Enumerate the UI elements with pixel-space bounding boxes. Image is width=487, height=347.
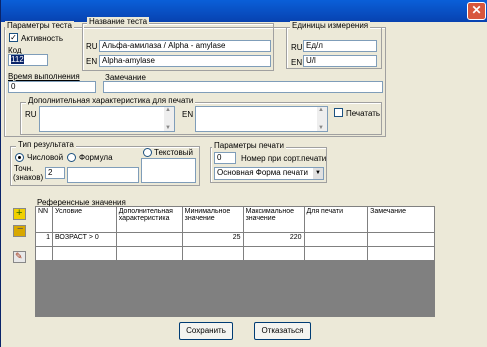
name-en-label: EN — [86, 57, 98, 66]
cancel-button[interactable]: Отказаться — [254, 322, 311, 340]
test-params-legend: Параметры теста — [5, 21, 74, 30]
reference-grid: NN Условие Дополнительная характеристика Ми… — [35, 206, 435, 317]
code-input[interactable]: 112 — [8, 54, 48, 66]
print-en-textarea[interactable]: ▲ ▼ — [195, 106, 328, 132]
print-char-legend: Дополнительная характеристика для печати — [26, 96, 196, 105]
print-ru-label: RU — [25, 110, 37, 119]
name-ru-label: RU — [86, 42, 98, 51]
name-ru-input[interactable]: Альфа-амилаза / Alpha - amylase — [99, 40, 271, 52]
column-header[interactable]: Максимальное значение — [242, 206, 305, 233]
units-en-label: EN — [291, 58, 303, 67]
print-form-select[interactable]: Основная Форма печати ▼ — [214, 167, 324, 180]
column-header[interactable]: Минимальное значение — [181, 206, 244, 233]
table-cell[interactable] — [115, 232, 183, 247]
test-name-legend: Название теста — [87, 17, 150, 26]
formula-radio[interactable] — [67, 153, 76, 162]
table-row[interactable]: 1 ВОЗРАСТ > 0 25 220 — [35, 232, 435, 247]
time-input[interactable]: 0 — [8, 81, 96, 93]
column-header[interactable]: Замечание — [367, 206, 435, 233]
table-cell[interactable]: 220 — [242, 232, 305, 247]
active-label: Активность — [21, 34, 64, 43]
remove-row-button[interactable]: − — [13, 223, 26, 237]
table-cell[interactable] — [303, 246, 369, 261]
minus-icon: − — [17, 223, 24, 235]
table-cell[interactable] — [303, 232, 369, 247]
text-radio[interactable] — [143, 148, 152, 157]
time-label: Время выполнения — [8, 72, 80, 81]
table-cell[interactable] — [35, 246, 53, 261]
table-cell[interactable]: 1 — [35, 232, 53, 247]
print-checkbox-label: Печатать — [346, 109, 381, 118]
units-ru-label: RU — [291, 43, 303, 52]
table-cell[interactable] — [242, 246, 305, 261]
table-cell[interactable]: 25 — [181, 232, 244, 247]
title-bar: ✕ — [1, 0, 487, 22]
table-cell[interactable] — [181, 246, 244, 261]
close-button[interactable]: ✕ — [467, 2, 486, 20]
table-cell[interactable] — [367, 232, 435, 247]
name-en-input[interactable]: Alpha-amylase — [99, 55, 271, 67]
column-header[interactable]: Для печати — [303, 206, 369, 233]
precision-sublabel: (знаков) — [13, 173, 44, 182]
precision-input[interactable]: 2 — [45, 167, 65, 179]
sort-number-label: Номер при сорт.печати — [241, 154, 327, 163]
table-row[interactable] — [35, 246, 435, 261]
precision-label: Точн. — [14, 164, 34, 173]
table-cell[interactable] — [367, 246, 435, 261]
print-en-label: EN — [182, 110, 194, 119]
close-icon: ✕ — [471, 3, 482, 17]
print-ru-textarea[interactable]: ▲ ▼ — [39, 106, 175, 132]
chevron-down-icon: ▼ — [313, 168, 323, 179]
numeric-radio[interactable] — [15, 153, 24, 162]
plus-icon: + — [16, 207, 23, 219]
table-cell[interactable] — [115, 246, 183, 261]
text-label: Текстовый — [154, 148, 193, 157]
numeric-label: Числовой — [27, 153, 64, 162]
column-header[interactable]: NN — [35, 206, 53, 233]
table-cell[interactable]: ВОЗРАСТ > 0 — [51, 232, 117, 247]
column-header[interactable]: Условие — [51, 206, 117, 233]
active-checkbox[interactable]: ✓ — [9, 33, 18, 42]
text-values-input[interactable] — [141, 158, 196, 183]
dialog-window: ✕ Параметры теста ✓ Активность Код 112 Н… — [0, 0, 487, 347]
formula-label: Формула — [79, 153, 113, 162]
units-legend: Единицы измерения — [290, 21, 371, 30]
save-button[interactable]: Сохранить — [179, 322, 233, 340]
note-input[interactable] — [103, 81, 383, 93]
units-en-input[interactable]: U/l — [303, 55, 377, 67]
sort-number-input[interactable]: 0 — [214, 152, 236, 164]
formula-input[interactable] — [67, 167, 139, 183]
units-ru-input[interactable]: Ед/л — [303, 40, 377, 52]
result-type-legend: Тип результата — [16, 140, 76, 149]
print-params-legend: Параметры печати — [212, 141, 286, 150]
print-checkbox[interactable] — [334, 108, 343, 117]
column-header[interactable]: Дополнительная характеристика — [115, 206, 183, 233]
edit-row-button[interactable]: ✎ — [13, 251, 26, 263]
edit-icon: ✎ — [15, 251, 23, 261]
reference-table: NN Условие Дополнительная характеристика Ми… — [35, 206, 435, 261]
table-cell[interactable] — [51, 246, 117, 261]
add-row-button[interactable]: + — [13, 207, 26, 220]
